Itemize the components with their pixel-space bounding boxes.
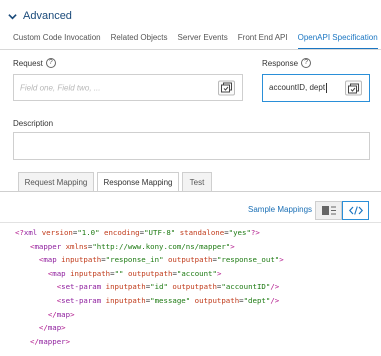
list-view-icon (321, 206, 336, 215)
response-label: Response (262, 58, 299, 68)
field-picker-icon (348, 83, 359, 93)
code-icon (348, 206, 363, 215)
tabs-divider (0, 49, 381, 50)
code-line-9: </mapper> (30, 336, 71, 346)
response-value: accountID, dept (269, 83, 328, 93)
advanced-tabs: Custom Code Invocation Related Objects S… (13, 30, 381, 50)
tab-request-mapping[interactable]: Request Mapping (18, 172, 94, 191)
tab-response-mapping[interactable]: Response Mapping (97, 172, 179, 192)
request-placeholder: Field one, Field two, ... (20, 83, 101, 92)
code-editor[interactable]: <?xml version="1.0" encoding="UTF-8" sta… (0, 222, 381, 356)
code-view-button[interactable] (342, 201, 369, 220)
code-line-7: </map> (47, 309, 75, 319)
tab-openapi-specification[interactable]: OpenAPI Specification (297, 30, 378, 50)
code-line-4: <map inputpath="" outputpath="account"> (47, 268, 222, 278)
text-caret (326, 83, 328, 93)
request-picker-button[interactable] (218, 80, 235, 95)
chevron-down-icon (8, 13, 17, 19)
tab-test[interactable]: Test (182, 172, 212, 191)
request-field[interactable]: Field one, Field two, ... (13, 74, 243, 101)
sample-mappings-link[interactable]: Sample Mappings (248, 205, 312, 214)
code-line-3: <map inputpath="response_in" outputpath=… (38, 255, 284, 265)
description-field[interactable] (13, 132, 370, 160)
description-label-row: Description (13, 119, 53, 128)
request-label-row: Request ? (13, 58, 56, 68)
code-line-2: <mapper xmlns="http://www.kony.com/ns/ma… (30, 241, 235, 251)
help-icon[interactable]: ? (45, 58, 56, 68)
field-picker-icon (221, 82, 232, 93)
tab-front-end-api[interactable]: Front End API (238, 30, 288, 50)
tab-server-events[interactable]: Server Events (178, 30, 228, 50)
section-title: Advanced (23, 10, 72, 22)
code-line-1: <?xml version="1.0" encoding="UTF-8" sta… (15, 228, 260, 237)
visual-view-button[interactable] (315, 201, 342, 220)
code-line-8: </map> (38, 323, 66, 333)
help-icon[interactable]: ? (301, 58, 312, 68)
description-label: Description (13, 119, 54, 128)
response-picker-button[interactable] (345, 80, 362, 96)
tab-related-objects[interactable]: Related Objects (111, 30, 168, 50)
view-toggle (315, 201, 369, 220)
response-label-row: Response ? (262, 58, 312, 68)
tab-custom-code-invocation[interactable]: Custom Code Invocation (13, 30, 101, 50)
response-field[interactable]: accountID, dept (262, 74, 370, 102)
code-line-5: <set-param inputpath="id" outputpath="ac… (56, 282, 280, 292)
mapping-tabs: Request Mapping Response Mapping Test (18, 172, 215, 192)
code-line-6: <set-param inputpath="message" outputpat… (56, 296, 280, 305)
mapping-tabs-divider (0, 191, 381, 192)
request-label: Request (13, 58, 43, 68)
advanced-section-toggle[interactable]: Advanced (8, 10, 72, 22)
